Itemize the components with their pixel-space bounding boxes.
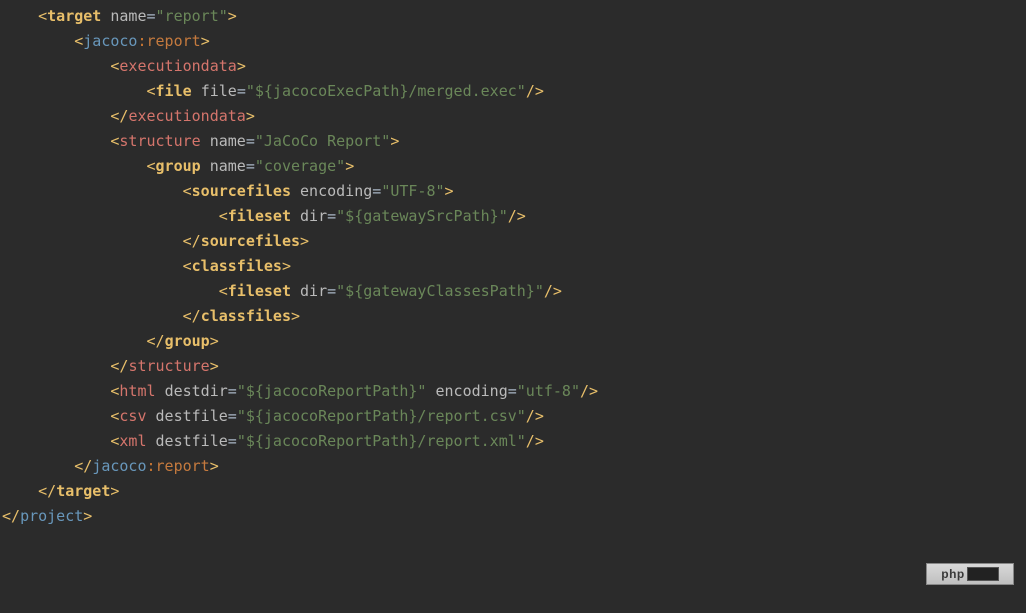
code-line[interactable]: <file file="${jacocoExecPath}/merged.exe… xyxy=(2,79,1026,104)
code-line[interactable]: </classfiles> xyxy=(2,304,1026,329)
code-line[interactable]: </sourcefiles> xyxy=(2,229,1026,254)
code-line[interactable]: <xml destfile="${jacocoReportPath}/repor… xyxy=(2,429,1026,454)
code-line[interactable]: </group> xyxy=(2,329,1026,354)
code-line[interactable]: <structure name="JaCoCo Report"> xyxy=(2,129,1026,154)
code-line[interactable]: <fileset dir="${gatewaySrcPath}"/> xyxy=(2,204,1026,229)
watermark-label: php xyxy=(941,562,965,587)
code-line[interactable]: </project> xyxy=(2,504,1026,529)
code-line[interactable]: <html destdir="${jacocoReportPath}" enco… xyxy=(2,379,1026,404)
code-editor[interactable]: <target name="report"> <jacoco:report> <… xyxy=(0,4,1026,529)
watermark-badge: php xyxy=(926,563,1014,585)
code-line[interactable]: <target name="report"> xyxy=(2,4,1026,29)
code-line[interactable]: </jacoco:report> xyxy=(2,454,1026,479)
code-line[interactable]: <fileset dir="${gatewayClassesPath}"/> xyxy=(2,279,1026,304)
code-line[interactable]: <csv destfile="${jacocoReportPath}/repor… xyxy=(2,404,1026,429)
code-line[interactable]: </structure> xyxy=(2,354,1026,379)
code-line[interactable]: </executiondata> xyxy=(2,104,1026,129)
code-line[interactable]: <classfiles> xyxy=(2,254,1026,279)
code-line[interactable]: <executiondata> xyxy=(2,54,1026,79)
code-line[interactable]: <group name="coverage"> xyxy=(2,154,1026,179)
code-line[interactable]: <sourcefiles encoding="UTF-8"> xyxy=(2,179,1026,204)
code-line[interactable]: <jacoco:report> xyxy=(2,29,1026,54)
code-line[interactable]: </target> xyxy=(2,479,1026,504)
watermark-box-icon xyxy=(967,567,999,581)
